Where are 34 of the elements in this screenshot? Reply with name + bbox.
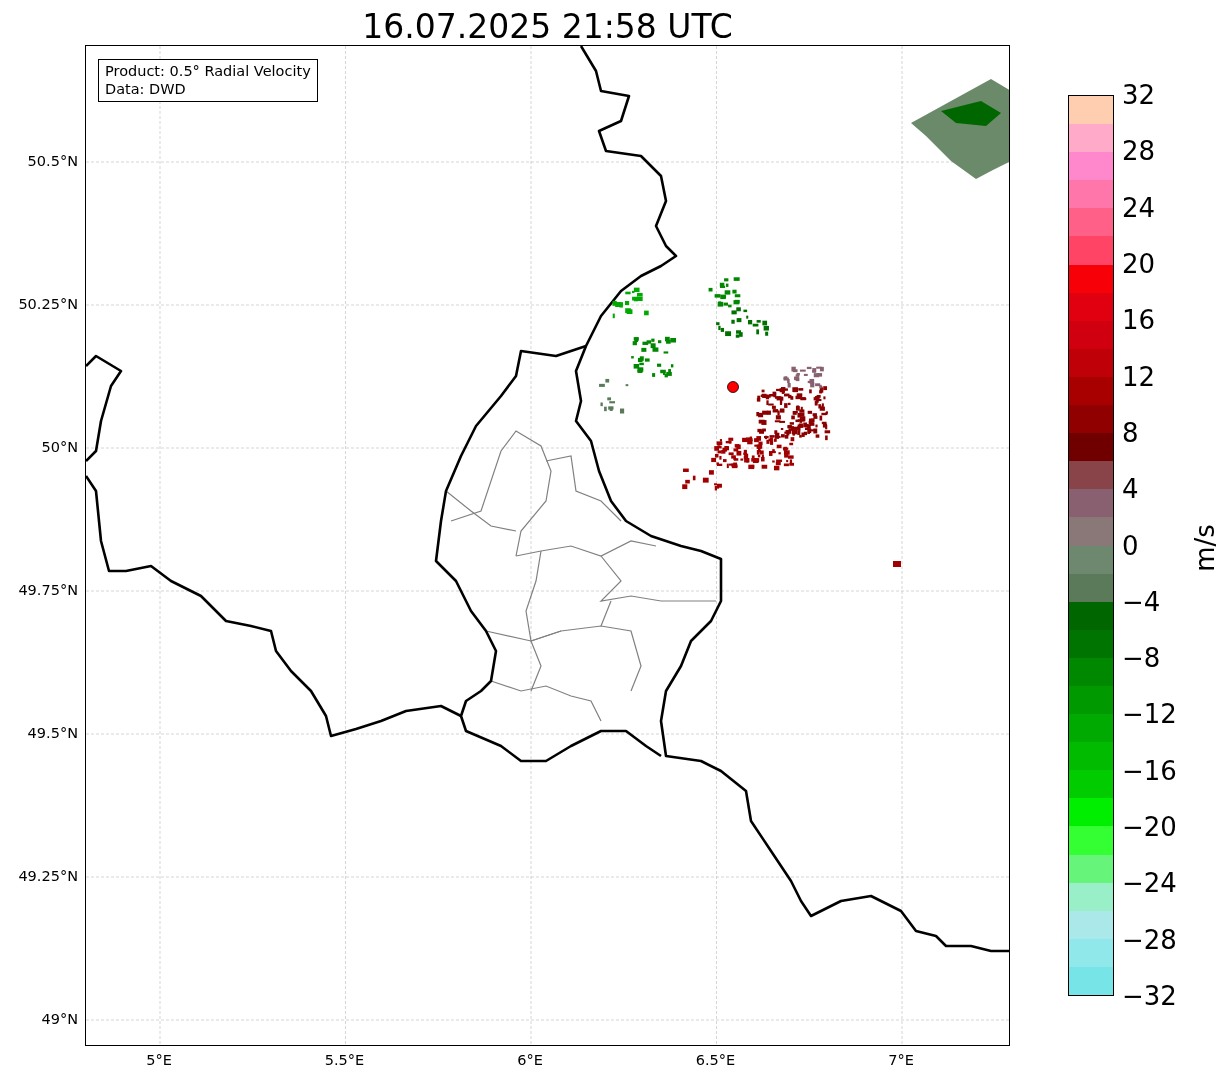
latitude-label: 50.25°N	[18, 296, 78, 312]
colorbar-tick-label: 28	[1122, 138, 1156, 165]
colorbar-tick-label: −4	[1122, 588, 1161, 615]
longitude-label: 5°E	[146, 1052, 172, 1068]
legend-text: Product: 0.5° Radial Velocity	[105, 63, 311, 81]
colorbar-tick-label: 16	[1122, 307, 1156, 334]
colorbar-tick-label: 0	[1122, 532, 1139, 559]
colorbar-tick-label: −8	[1122, 645, 1161, 672]
latitude-label: 49.5°N	[27, 725, 78, 741]
colorbar-tick-label: −32	[1122, 983, 1177, 1009]
colorbar-tick-label: 4	[1122, 476, 1139, 503]
latitude-label: 49.25°N	[18, 868, 78, 884]
longitude-label: 6.5°E	[695, 1052, 736, 1068]
legend-text: Data: DWD	[105, 80, 187, 99]
colorbar-tick-label: 8	[1122, 419, 1139, 446]
colorbar-unit-label: m/s	[1189, 523, 1220, 572]
latitude-label: 49°N	[41, 1011, 78, 1027]
colorbar-tick-label: 20	[1122, 250, 1156, 277]
longitude-label: 5.5°E	[324, 1052, 365, 1068]
colorbar-tick-label: 32	[1122, 82, 1156, 108]
latitude-label: 49.75°N	[18, 582, 78, 598]
longitude-label: 7°E	[888, 1052, 914, 1068]
latitude-label: 50.5°N	[27, 153, 78, 169]
colorbar-tick-label: −24	[1122, 870, 1177, 897]
radar-site-icon	[727, 381, 739, 393]
colorbar-tick-label: 12	[1122, 363, 1156, 390]
colorbar-tick-label: −12	[1122, 701, 1177, 728]
colorbar-tick-label: 24	[1122, 194, 1156, 221]
longitude-label: 6°E	[517, 1052, 543, 1068]
latitude-label: 50°N	[41, 439, 78, 455]
colorbar-tick-label: −20	[1122, 814, 1177, 841]
colorbar-tick-label: −28	[1122, 926, 1177, 953]
colorbar-tick-label: −16	[1122, 757, 1177, 784]
chart-title: 16.07.2025 21:58 UTC	[361, 10, 734, 45]
